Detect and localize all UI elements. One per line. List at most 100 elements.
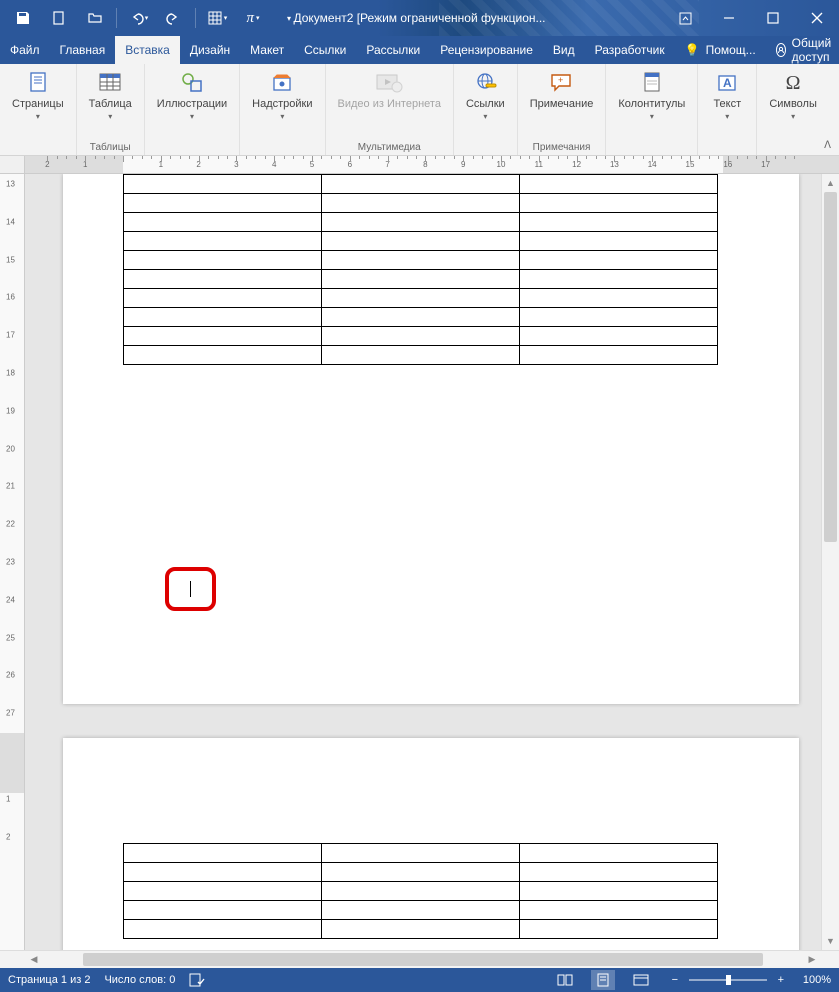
omega-icon: Ω: [786, 70, 801, 96]
zoom-in-button[interactable]: +: [773, 974, 789, 986]
page-icon: [27, 70, 49, 96]
window-title: Документ2 [Режим ограниченной функцион..…: [293, 11, 545, 25]
dropdown-icon: ▾: [280, 112, 284, 121]
text-button[interactable]: A Текст ▾: [704, 66, 750, 121]
ribbon-group-links: Ссылки ▾: [454, 64, 518, 155]
dropdown-icon: ▾: [725, 112, 729, 121]
ruler-horizontal[interactable]: 211234567891011121314151617: [25, 156, 839, 174]
page-status[interactable]: Страница 1 из 2: [8, 974, 90, 986]
spellcheck-icon[interactable]: [189, 973, 205, 987]
horizontal-scrollbar-row: ◀ ▶: [0, 950, 839, 968]
ribbon-display-options-icon[interactable]: [663, 0, 707, 36]
tab-view[interactable]: Вид: [543, 36, 585, 64]
header-footer-button[interactable]: Колонтитулы ▾: [612, 66, 691, 121]
minimize-button[interactable]: [707, 0, 751, 36]
tab-design[interactable]: Дизайн: [180, 36, 240, 64]
link-icon: [472, 70, 498, 96]
ribbon-group-illustrations: Иллюстрации ▾: [145, 64, 240, 155]
zoom-slider[interactable]: − +: [667, 974, 789, 986]
dropdown-icon: ▾: [650, 112, 654, 121]
scroll-track[interactable]: [822, 192, 839, 932]
tell-me-search[interactable]: 💡 Помощ...: [675, 36, 766, 64]
tab-developer[interactable]: Разработчик: [585, 36, 675, 64]
open-icon[interactable]: [78, 2, 112, 34]
dropdown-icon: ▾: [791, 112, 795, 121]
ribbon-group-comments: + Примечание Примечания: [518, 64, 607, 155]
comment-icon: +: [549, 70, 575, 96]
page-2[interactable]: [63, 738, 799, 950]
horizontal-scrollbar[interactable]: ◀ ▶: [25, 951, 821, 968]
tell-me-label: Помощ...: [706, 43, 756, 57]
zoom-out-button[interactable]: −: [667, 974, 683, 986]
comment-button[interactable]: + Примечание: [524, 66, 600, 111]
new-doc-icon[interactable]: [42, 2, 76, 34]
save-button[interactable]: [6, 2, 40, 34]
table-icon: [98, 70, 122, 96]
page-1[interactable]: [63, 174, 799, 704]
header-footer-icon: [641, 70, 663, 96]
scroll-left-button[interactable]: ◀: [25, 951, 43, 968]
dropdown-icon: ▾: [108, 112, 112, 121]
tab-mailings[interactable]: Рассылки: [356, 36, 430, 64]
svg-text:A: A: [723, 76, 732, 90]
tab-home[interactable]: Главная: [50, 36, 116, 64]
maximize-button[interactable]: [751, 0, 795, 36]
store-icon: [271, 70, 293, 96]
dropdown-icon: ▾: [36, 112, 40, 121]
tab-references[interactable]: Ссылки: [294, 36, 356, 64]
undo-button[interactable]: ▾: [121, 2, 155, 34]
close-button[interactable]: [795, 0, 839, 36]
ribbon-group-media: Видео из Интернета Мультимедиа: [326, 64, 454, 155]
web-layout-button[interactable]: [629, 970, 653, 990]
table-button[interactable]: Таблица ▾: [83, 66, 138, 121]
symbols-button[interactable]: Ω Символы ▾: [763, 66, 823, 121]
word-count[interactable]: Число слов: 0: [104, 974, 175, 986]
ribbon-group-text: A Текст ▾: [698, 64, 757, 155]
zoom-track[interactable]: [689, 979, 767, 981]
redo-button[interactable]: [157, 2, 191, 34]
addins-button[interactable]: Надстройки ▾: [246, 66, 318, 121]
ribbon-tabs: Файл Главная Вставка Дизайн Макет Ссылки…: [0, 36, 839, 64]
pages-button[interactable]: Страницы ▾: [6, 66, 70, 121]
illustrations-button[interactable]: Иллюстрации ▾: [151, 66, 233, 121]
ribbon-group-tables: Таблица ▾ Таблицы: [77, 64, 145, 155]
statusbar: Страница 1 из 2 Число слов: 0 − + 100%: [0, 968, 839, 992]
ruler-vertical[interactable]: 13141516171819202122232425262712: [0, 174, 25, 950]
ribbon-group-pages: Страницы ▾: [0, 64, 77, 155]
ruler-corner: [0, 156, 25, 174]
titlebar: ▾ ▾ π▾ ▾ Документ2 [Режим ограниченной ф…: [0, 0, 839, 36]
scroll-down-button[interactable]: ▼: [822, 932, 839, 950]
video-icon: [375, 70, 403, 96]
links-button[interactable]: Ссылки ▾: [460, 66, 511, 121]
scroll-track-h[interactable]: [43, 951, 803, 968]
read-mode-button[interactable]: [553, 970, 577, 990]
zoom-level[interactable]: 100%: [803, 974, 831, 986]
ribbon-group-symbols: Ω Символы ▾: [757, 64, 829, 155]
tab-insert[interactable]: Вставка: [115, 36, 180, 64]
vertical-scrollbar[interactable]: ▲ ▼: [821, 174, 839, 950]
cursor-highlight-annotation: [165, 567, 216, 611]
document-table-1[interactable]: [123, 174, 718, 365]
scroll-thumb-h[interactable]: [83, 953, 763, 966]
scroll-up-button[interactable]: ▲: [822, 174, 839, 192]
document-area[interactable]: [25, 174, 821, 950]
collapse-ribbon-button[interactable]: ᐱ: [820, 138, 835, 153]
scroll-thumb[interactable]: [824, 192, 837, 542]
quick-access-toolbar: ▾ ▾ π▾ ▾: [0, 0, 312, 36]
equation-qat-icon[interactable]: π▾: [236, 2, 270, 34]
zoom-thumb[interactable]: [726, 975, 731, 985]
tab-layout[interactable]: Макет: [240, 36, 294, 64]
share-button[interactable]: Общий доступ: [766, 36, 839, 64]
text-cursor: [190, 581, 191, 597]
print-layout-button[interactable]: [591, 970, 615, 990]
workspace: 13141516171819202122232425262712 ▲ ▼: [0, 174, 839, 950]
ribbon: Страницы ▾ Таблица ▾ Таблицы Иллюстрац: [0, 64, 839, 156]
scroll-right-button[interactable]: ▶: [803, 951, 821, 968]
text-box-icon: A: [716, 70, 738, 96]
tab-file[interactable]: Файл: [0, 36, 50, 64]
document-table-2[interactable]: [123, 843, 718, 939]
table-qat-icon[interactable]: ▾: [200, 2, 234, 34]
shapes-icon: [179, 70, 205, 96]
tab-review[interactable]: Рецензирование: [430, 36, 543, 64]
svg-text:+: +: [558, 75, 563, 85]
